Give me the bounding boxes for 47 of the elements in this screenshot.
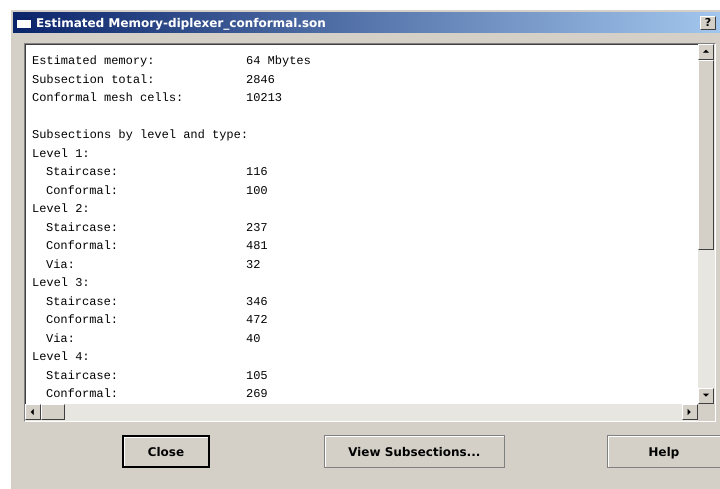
horizontal-scrollbar[interactable] [25, 404, 698, 421]
vertical-scrollbar[interactable] [698, 44, 715, 404]
section-heading: Subsections by level and type: [32, 127, 246, 144]
field-label: Subsection total: [32, 72, 156, 88]
field-label: Conformal: [46, 182, 120, 200]
field-value: 64 Mbytes [246, 53, 312, 70]
scroll-thumb[interactable] [41, 404, 65, 420]
field-value: 100 [246, 182, 269, 200]
window-title: Estimated Memory-diplexer_conformal.son [36, 16, 327, 30]
field-value: 2846 [246, 72, 276, 88]
field-label: Staircase: [46, 294, 120, 310]
window-icon [16, 16, 32, 28]
field-label: Level 3: [32, 275, 91, 292]
up-arrow-icon [702, 48, 710, 56]
dialog-button[interactable]: Help [606, 435, 720, 468]
scroll-left-button[interactable] [25, 404, 41, 420]
field-label: Via: [46, 256, 76, 274]
scroll-down-button[interactable] [698, 388, 714, 404]
field-label: Estimated memory: [32, 53, 156, 70]
scroll-thumb[interactable] [698, 60, 714, 250]
field-value: 472 [246, 312, 269, 329]
field-value: 346 [246, 294, 269, 310]
field-label: Conformal: [46, 386, 120, 403]
field-label: Staircase: [46, 368, 120, 384]
field-value: 40 [246, 330, 262, 348]
field-value: 105 [246, 368, 269, 384]
field-label: Level 2: [32, 201, 91, 218]
field-label: Conformal: [46, 238, 120, 255]
field-value: 481 [246, 238, 269, 255]
field-value: 237 [246, 220, 269, 236]
field-label: Conformal mesh cells: [32, 90, 184, 107]
help-button[interactable]: ? [700, 16, 716, 30]
field-value: 116 [246, 164, 269, 181]
field-label: Conformal: [46, 312, 120, 329]
field-label: Staircase: [46, 220, 120, 236]
scroll-right-button[interactable] [682, 404, 698, 420]
field-label: Via: [46, 330, 76, 348]
scroll-up-button[interactable] [698, 44, 714, 60]
field-label: Level 1: [32, 146, 91, 162]
field-label: Level 4: [32, 349, 91, 366]
field-value: 269 [246, 386, 269, 403]
field-label: Staircase: [46, 164, 120, 181]
dialog-button[interactable]: Close [122, 435, 210, 468]
dialog-button[interactable]: View Subsections... [324, 435, 505, 468]
left-arrow-icon [29, 408, 37, 416]
field-value: 10213 [246, 90, 284, 107]
field-value: 32 [246, 256, 262, 274]
